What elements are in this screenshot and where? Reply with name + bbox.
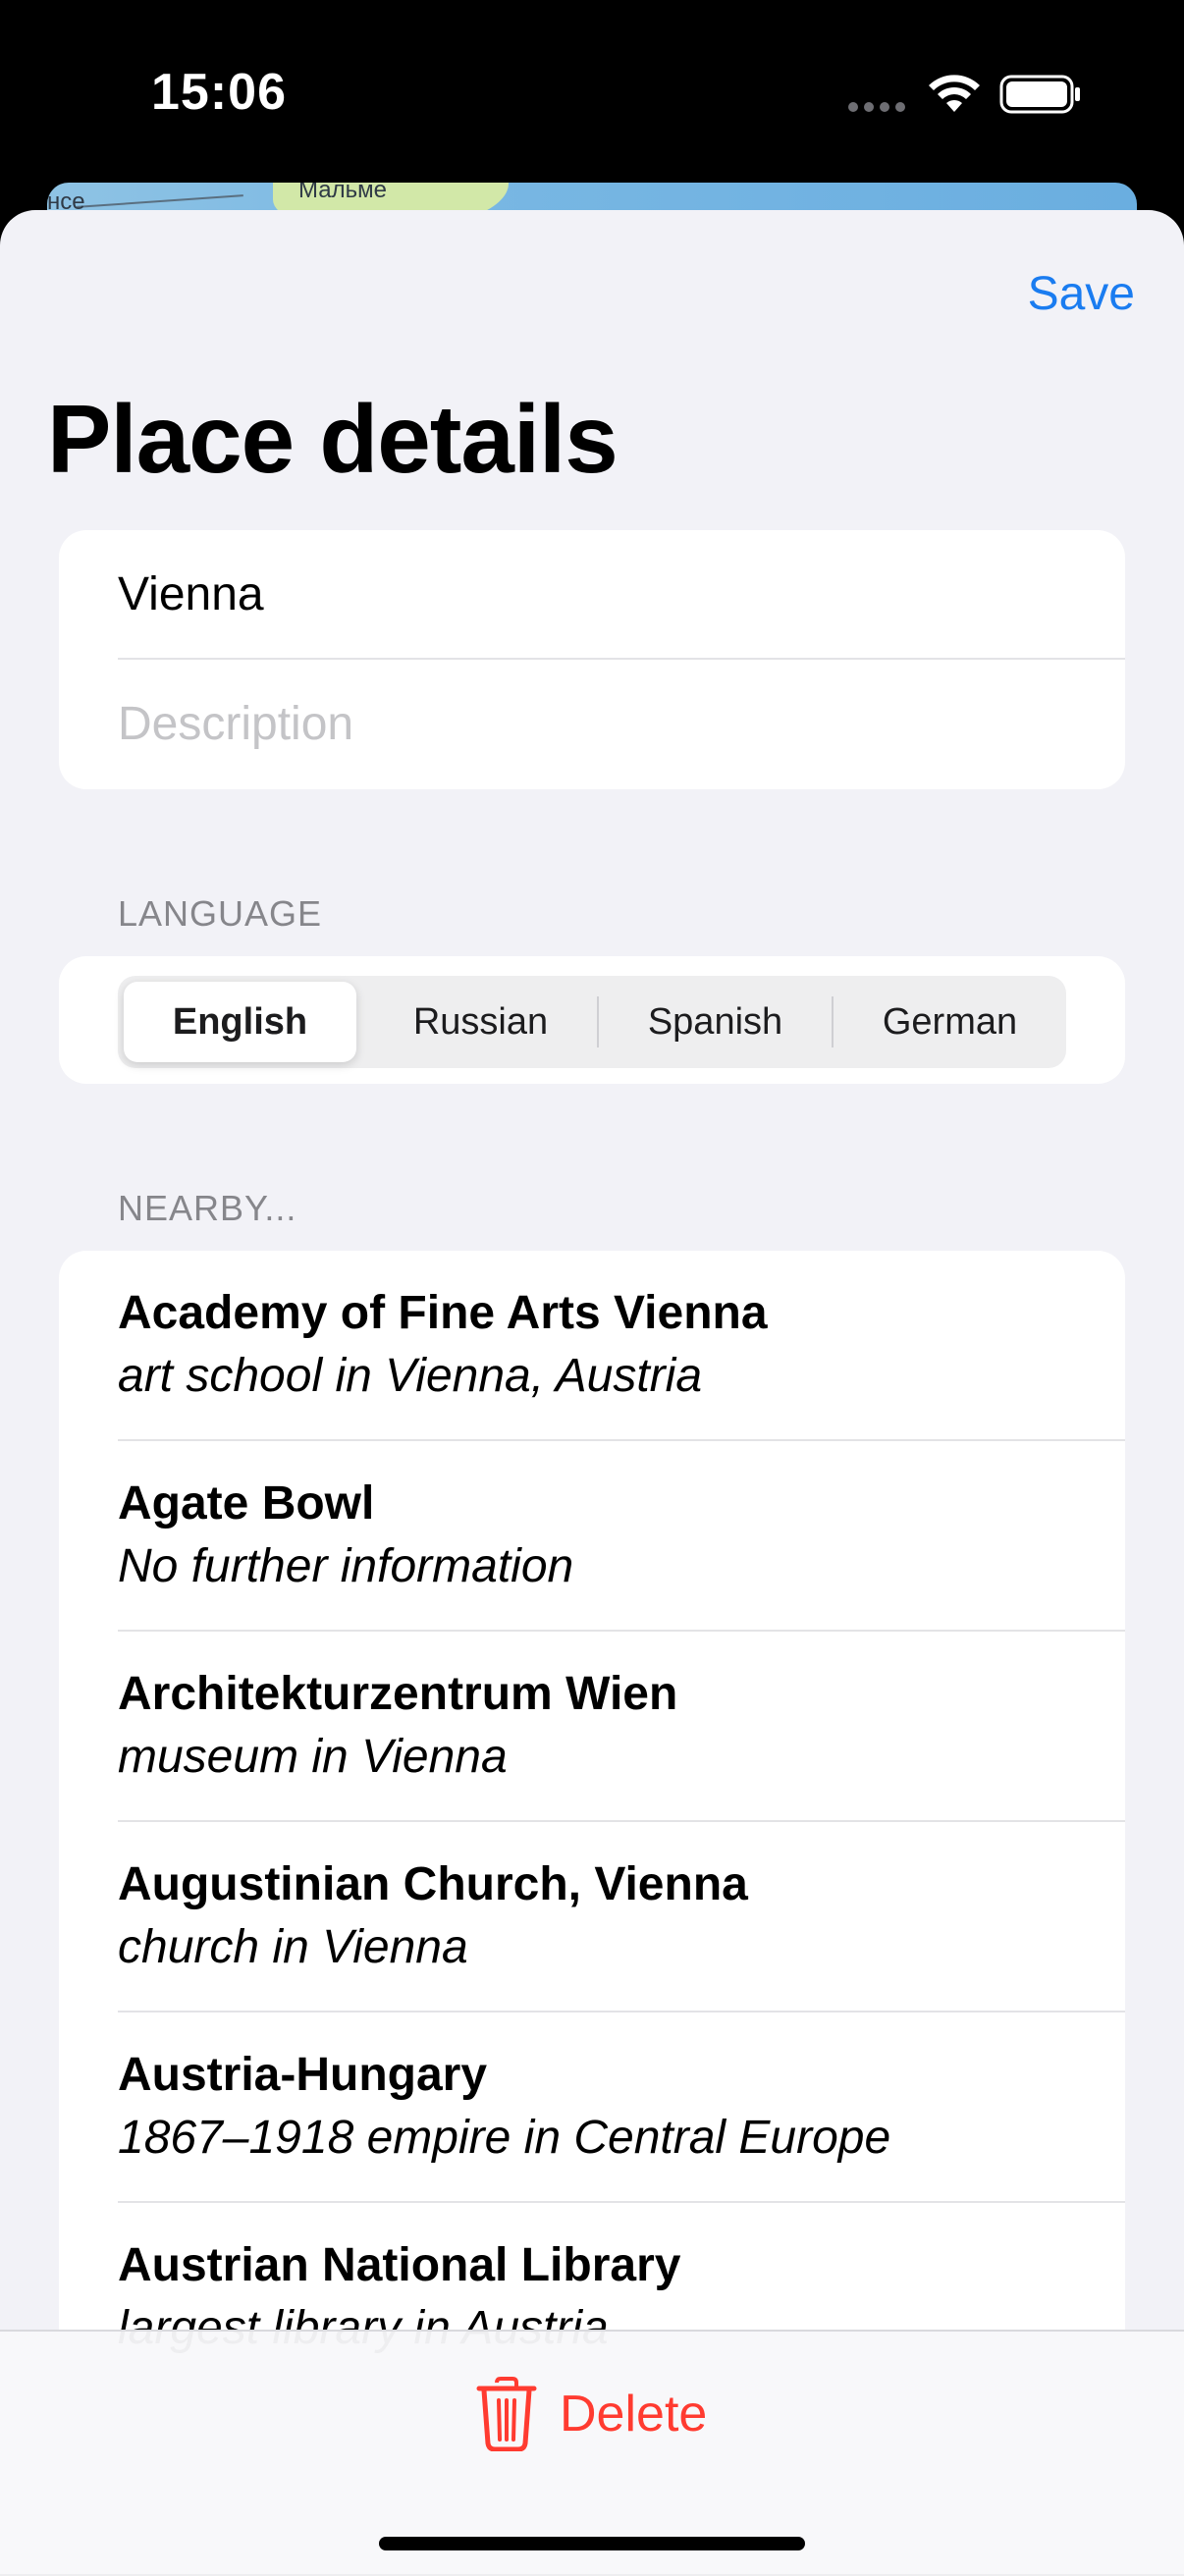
list-item-subtitle: art school in Vienna, Austria — [118, 1350, 703, 1402]
list-item-subtitle: church in Vienna — [118, 1921, 468, 1973]
list-item-title: Austria-Hungary — [118, 2049, 488, 2101]
map-label-right: Мальме — [298, 183, 387, 203]
segment-german[interactable]: German — [834, 976, 1066, 1068]
list-item-subtitle: museum in Vienna — [118, 1731, 508, 1783]
name-field[interactable]: Vienna — [118, 530, 1125, 658]
language-segmented-control[interactable]: English Russian Spanish German — [118, 976, 1066, 1068]
list-item-subtitle: 1867–1918 empire in Central Europe — [118, 2112, 891, 2164]
list-item[interactable]: Austria-Hungary 1867–1918 empire in Cent… — [118, 2012, 1125, 2203]
delete-button[interactable]: Delete — [475, 2375, 707, 2453]
list-item-title: Architekturzentrum Wien — [118, 1668, 678, 1720]
list-item-title: Academy of Fine Arts Vienna — [118, 1287, 768, 1339]
segment-russian[interactable]: Russian — [364, 976, 597, 1068]
place-fields-card: Vienna Description — [59, 530, 1125, 789]
list-item[interactable]: Augustinian Church, Vienna church in Vie… — [118, 1822, 1125, 2012]
list-item-subtitle: No further information — [118, 1540, 574, 1592]
list-item-title: Augustinian Church, Vienna — [118, 1858, 748, 1910]
language-card: English Russian Spanish German — [59, 956, 1125, 1084]
list-item[interactable]: Academy of Fine Arts Vienna art school i… — [118, 1251, 1125, 1441]
home-indicator[interactable] — [379, 2537, 805, 2550]
wifi-icon — [929, 75, 980, 112]
description-field[interactable]: Description — [118, 660, 1125, 787]
list-item-title: Austrian National Library — [118, 2239, 681, 2291]
delete-label: Delete — [560, 2386, 708, 2442]
list-item-title: Agate Bowl — [118, 1477, 375, 1530]
list-item[interactable]: Agate Bowl No further information — [118, 1441, 1125, 1632]
battery-icon — [999, 75, 1080, 114]
segment-spanish[interactable]: Spanish — [599, 976, 832, 1068]
trash-icon — [476, 2377, 537, 2451]
save-button[interactable]: Save — [1028, 267, 1135, 321]
nearby-section-header: NEARBY... — [118, 1188, 297, 1228]
segment-english[interactable]: English — [124, 982, 356, 1062]
status-bar: 15:06 — [0, 0, 1184, 187]
language-section-header: LANGUAGE — [118, 893, 323, 934]
page-title: Place details — [47, 385, 619, 493]
cellular-signal-icon — [848, 102, 905, 112]
place-details-sheet: Save Place details Vienna Description LA… — [0, 210, 1184, 2574]
status-time: 15:06 — [151, 64, 287, 121]
list-item[interactable]: Architekturzentrum Wien museum in Vienna — [118, 1632, 1125, 1822]
